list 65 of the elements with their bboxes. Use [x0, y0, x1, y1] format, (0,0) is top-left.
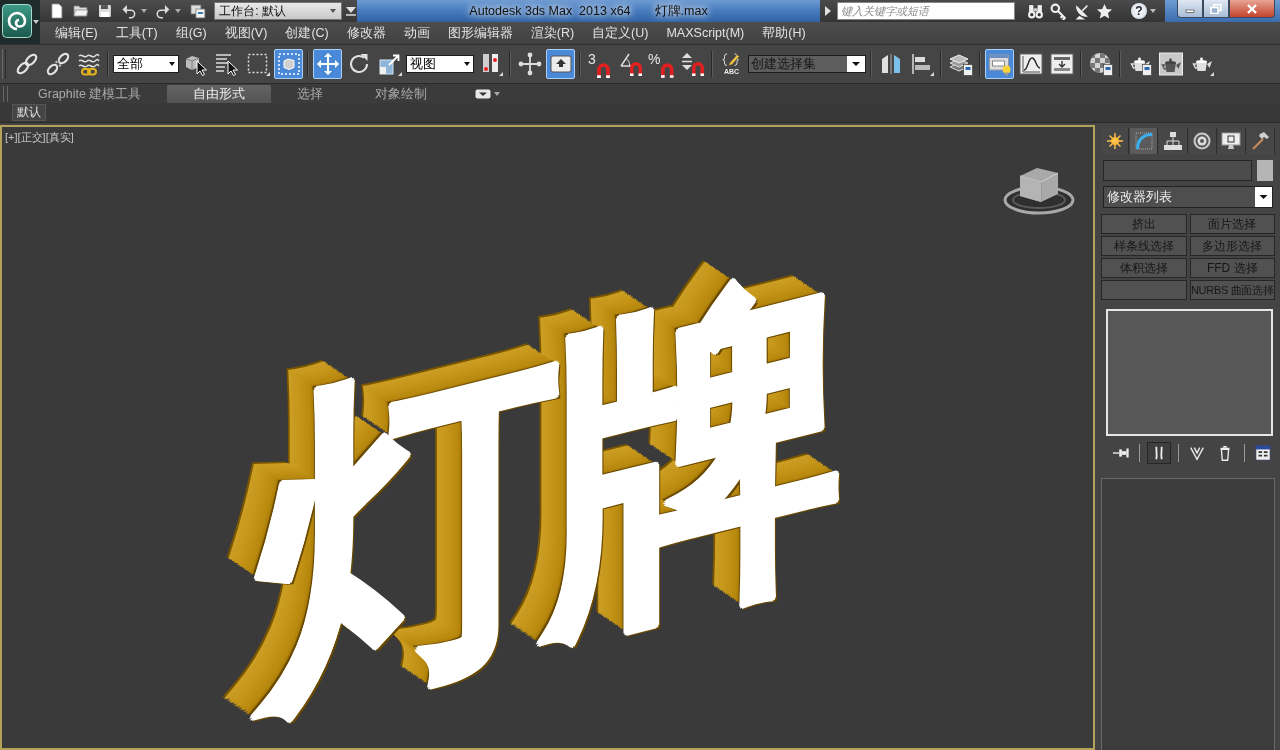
restore-button[interactable] — [1203, 0, 1229, 18]
menu-item[interactable]: 自定义(U) — [583, 23, 658, 43]
close-button[interactable] — [1229, 0, 1275, 18]
hammer-icon[interactable] — [1250, 131, 1271, 151]
ribbon-tab[interactable]: 选择 — [271, 85, 350, 103]
search-field[interactable]: 键入关键字或短语 — [837, 2, 1015, 20]
menu-item[interactable]: 视图(V) — [215, 23, 277, 43]
ribbon-tab[interactable]: Graphite 建模工具 — [12, 85, 168, 103]
percent-snap-button[interactable]: % — [647, 49, 676, 79]
snap-button[interactable]: 3 — [585, 49, 614, 79]
command-panel-tab[interactable] — [1130, 128, 1159, 154]
menu-item[interactable]: 修改器 — [337, 23, 395, 43]
coordinate-dropdown[interactable]: 视图 — [406, 55, 474, 73]
binoculars-icon[interactable] — [1027, 2, 1044, 20]
undo-icon[interactable] — [120, 3, 137, 19]
caret-icon[interactable] — [168, 60, 176, 68]
dropdown-caret-icon[interactable] — [1255, 187, 1272, 207]
new-file-icon[interactable] — [49, 3, 65, 19]
color-swatch-icon[interactable] — [1257, 160, 1273, 181]
viewport-label[interactable]: [正交] — [17, 129, 46, 146]
toolbar-grip[interactable] — [2, 49, 6, 79]
menu-item[interactable]: 创建(C) — [276, 23, 338, 43]
ribbon-grip[interactable] — [3, 85, 8, 102]
curve-icon[interactable] — [1133, 131, 1154, 151]
sparkle-icon[interactable] — [1104, 131, 1125, 151]
caret-icon[interactable] — [1149, 7, 1157, 15]
menu-item[interactable]: 渲染(R) — [521, 23, 584, 43]
minimize-button[interactable] — [1177, 0, 1203, 18]
arrow-tab-icon[interactable] — [475, 88, 492, 99]
close-icon[interactable] — [1246, 3, 1258, 14]
caret-icon[interactable] — [32, 18, 40, 26]
menu-item[interactable]: 编辑(E) — [46, 23, 107, 43]
workspace-dropdown[interactable]: 工作台: 默认 — [214, 2, 343, 20]
star-icon[interactable] — [1096, 2, 1113, 20]
magnet-icon[interactable] — [595, 61, 611, 78]
triangle-icon[interactable] — [825, 6, 831, 16]
viewport-label[interactable]: [+] — [5, 129, 18, 146]
name-field[interactable] — [1103, 160, 1252, 181]
key-icon[interactable] — [1050, 2, 1067, 20]
menu-item[interactable]: 图形编辑器 — [438, 23, 522, 43]
window-title: Autodesk 3ds Max 2013 x64 — [469, 2, 631, 20]
redo-icon[interactable] — [155, 3, 172, 19]
menu-item[interactable]: MAXScript(M) — [657, 23, 754, 43]
folder-document-icon[interactable] — [190, 3, 207, 19]
magnet-icon[interactable] — [660, 61, 675, 78]
app-menu-button[interactable] — [0, 0, 40, 44]
filter-dropdown[interactable]: 全部 — [113, 55, 179, 73]
modifier-stack-list[interactable] — [1106, 309, 1273, 436]
ribbon-tab[interactable]: 对象绘制 — [349, 85, 454, 103]
ribbon-panel-tab[interactable]: 默认 — [12, 104, 46, 121]
swirl-logo-icon[interactable] — [2, 4, 32, 38]
modifier-list-dropdown[interactable]: 修改器列表 — [1103, 186, 1273, 208]
folder-icon[interactable] — [72, 3, 89, 19]
hierarchy-icon[interactable] — [1162, 131, 1183, 151]
menu-item[interactable]: 工具(T) — [106, 23, 167, 43]
menu-item[interactable]: 动画 — [394, 23, 439, 43]
viewport-label[interactable]: [真实] — [45, 129, 74, 146]
document-title: 灯牌.max — [654, 2, 708, 20]
braces-pencil-icon[interactable] — [721, 53, 742, 68]
caret-icon[interactable] — [463, 60, 471, 68]
menu-item[interactable]: 帮助(H) — [753, 23, 815, 43]
menu-item[interactable]: 组(G) — [166, 23, 216, 43]
satellite-dish-icon[interactable] — [1073, 2, 1090, 20]
dropdown-arrow-icon[interactable] — [345, 4, 358, 18]
ribbon-tab[interactable]: 自由形式 — [167, 85, 272, 103]
